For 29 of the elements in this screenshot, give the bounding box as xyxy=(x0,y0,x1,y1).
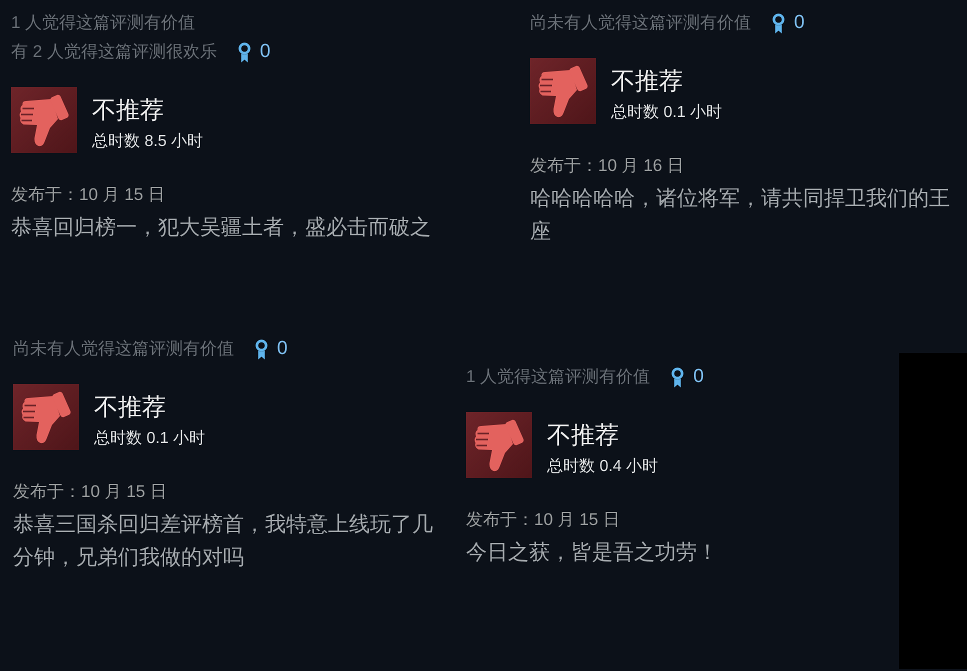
award-button[interactable]: 0 xyxy=(238,41,270,63)
award-button[interactable]: 0 xyxy=(671,366,704,388)
award-ribbon-icon xyxy=(255,338,268,360)
review-text: 哈哈哈哈哈，诸位将军，请共同捍卫我们的王座 xyxy=(530,186,951,245)
review-text: 恭喜三国杀回归差评榜首，我特意上线玩了几分钟，兄弟们我做的对吗 xyxy=(13,512,434,571)
helpful-text: 1 人觉得这篇评测有价值 xyxy=(466,366,650,388)
verdict-title: 不推荐 xyxy=(611,67,683,97)
playtime-text: 总时数 0.1 小时 xyxy=(94,428,206,449)
award-ribbon-icon xyxy=(671,366,684,388)
playtime-text: 总时数 0.4 小时 xyxy=(547,456,658,477)
award-button[interactable]: 0 xyxy=(772,12,805,34)
posted-date: 发布于：10 月 15 日 xyxy=(466,509,620,531)
award-button[interactable]: 0 xyxy=(255,338,288,360)
posted-date: 发布于：10 月 15 日 xyxy=(13,481,167,503)
helpful-text: 1 人觉得这篇评测有价值 xyxy=(11,12,196,34)
verdict-title: 不推荐 xyxy=(547,421,619,451)
playtime-text: 总时数 8.5 小时 xyxy=(92,132,204,152)
verdict-title: 不推荐 xyxy=(94,393,166,423)
review-text: 今日之获，皆是吾之功劳！ xyxy=(466,540,718,566)
playtime-text: 总时数 0.1 小时 xyxy=(611,102,722,123)
award-ribbon-icon xyxy=(238,42,251,62)
award-ribbon-icon xyxy=(772,12,785,34)
verdict-title: 不推荐 xyxy=(92,96,164,126)
helpful-text: 尚未有人觉得这篇评测有价值 xyxy=(530,12,751,34)
helpful-text: 有 2 人觉得这篇评测很欢乐 xyxy=(11,41,217,63)
posted-date: 发布于：10 月 16 日 xyxy=(530,155,684,177)
review-text: 恭喜回归榜一，犯大吴疆土者，盛必击而破之 xyxy=(11,215,431,241)
posted-date: 发布于：10 月 15 日 xyxy=(11,184,165,206)
helpful-text: 尚未有人觉得这篇评测有价值 xyxy=(13,338,234,360)
